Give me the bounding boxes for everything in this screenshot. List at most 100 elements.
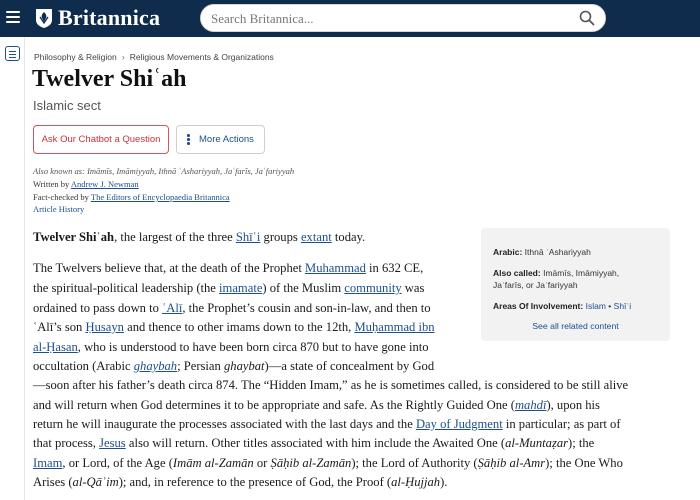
logo-wordmark: Britannica bbox=[58, 5, 161, 30]
paragraph-line: ordained to pass down to ʿAlī, the Proph… bbox=[33, 301, 431, 316]
term-bold: Twelver Shiʿah bbox=[33, 230, 115, 244]
also-known-as: Also known as: Imāmīs, Imāmiyyah, Ithnā … bbox=[33, 166, 295, 176]
breadcrumb-separator: › bbox=[121, 52, 125, 62]
text: The Twelvers believe that, at the death … bbox=[33, 261, 306, 275]
table-of-contents-toggle-icon[interactable] bbox=[5, 46, 20, 61]
italic-term: Imām al-Zamān bbox=[172, 456, 254, 470]
link-jesus[interactable]: Jesus bbox=[99, 436, 126, 450]
text: the spiritual-political leadership (the bbox=[33, 281, 220, 295]
italic-term: al-Ḥujjah bbox=[391, 475, 441, 489]
thistle-logo-icon bbox=[36, 9, 52, 28]
see-all-related-content-link[interactable]: See all related content bbox=[481, 321, 670, 331]
italic-term: Ṣāḥib al-Zamān bbox=[270, 456, 352, 470]
italic-term: al-Muntaẓar bbox=[505, 436, 569, 450]
search-bar[interactable] bbox=[200, 4, 606, 32]
link-day-of-judgment[interactable]: Day of Judgment bbox=[416, 417, 503, 431]
link-community[interactable]: community bbox=[344, 281, 401, 295]
author-link[interactable]: Andrew J. Newman bbox=[71, 179, 139, 189]
link-muhammad-ibn-al-hasan[interactable]: Muḥammad ibn bbox=[354, 320, 434, 334]
intro-paragraph: Twelver Shiʿah, the largest of the three… bbox=[33, 230, 365, 245]
infobox-label: Areas Of Involvement: bbox=[493, 301, 584, 311]
text: in particular; as part of bbox=[502, 417, 621, 431]
text: ʿAlī’s son bbox=[33, 320, 86, 334]
top-bar: Britannica bbox=[0, 0, 700, 37]
paragraph-line: that process, Jesus also will return. Ot… bbox=[33, 436, 594, 451]
infobox-arabic: Arabic: Ithnā ʿAshariyyah bbox=[493, 246, 591, 258]
text: also will return. Other titles associate… bbox=[125, 436, 506, 450]
link-imam[interactable]: Imam bbox=[33, 456, 62, 470]
link-imamate[interactable]: imamate bbox=[219, 281, 262, 295]
text: groups bbox=[260, 230, 301, 244]
fact-checked-label: Fact-checked by bbox=[33, 192, 89, 202]
text: was bbox=[401, 281, 425, 295]
britannica-logo[interactable]: Britannica bbox=[34, 5, 161, 30]
link-ali[interactable]: ʿAlī bbox=[162, 301, 182, 315]
breadcrumb: Philosophy & Religion › Religious Moveme… bbox=[34, 52, 274, 62]
link-extant[interactable]: extant bbox=[301, 230, 332, 244]
paragraph-line: —soon after his father’s death circa 874… bbox=[33, 378, 629, 392]
text: )—a state of concealment by God bbox=[264, 359, 435, 373]
paragraph-line: occultation (Arabic ghaybah; Persian gha… bbox=[33, 359, 434, 374]
infobox-areas: Areas Of Involvement: Islam • Shīʿi bbox=[493, 300, 631, 312]
infobox-label: Also called: bbox=[493, 268, 541, 278]
page-subtitle: Islamic sect bbox=[33, 98, 101, 113]
text: and thence to other imams down to the 12… bbox=[123, 320, 355, 334]
infobox-value: Imāmīs, Imāmiyyah, bbox=[543, 268, 620, 278]
text: or bbox=[253, 456, 271, 470]
link-shii[interactable]: Shīʿi bbox=[236, 230, 261, 244]
link-muhammad[interactable]: Muhammad bbox=[305, 261, 366, 275]
article-history-link[interactable]: Article History bbox=[33, 204, 84, 214]
link-muhammad-ibn-al-hasan-cont[interactable]: al-Ḥasan bbox=[33, 340, 78, 354]
text: ). bbox=[440, 475, 448, 489]
more-actions-label: More Actions bbox=[199, 134, 254, 145]
chatbot-button[interactable]: Ask Our Chatbot a Question bbox=[33, 125, 169, 154]
area-link-islam[interactable]: Islam bbox=[586, 301, 606, 311]
paragraph-line: ʿAlī’s son Ḥusayn and thence to other im… bbox=[33, 320, 435, 335]
text: ); the Lord of Authority ( bbox=[351, 456, 478, 470]
infobox-also-called: Also called: Imāmīs, Imāmiyyah, bbox=[493, 267, 619, 279]
text: , the largest of the three bbox=[114, 230, 236, 244]
link-husayn[interactable]: Ḥusayn bbox=[85, 320, 123, 334]
written-by: Written by Andrew J. Newman bbox=[33, 179, 139, 189]
link-ghaybah[interactable]: ghaybah bbox=[134, 359, 177, 373]
text: ordained to pass down to bbox=[33, 301, 163, 315]
text: Arises ( bbox=[33, 475, 73, 489]
menu-icon[interactable] bbox=[6, 11, 20, 23]
text: , or Lord, of the Age ( bbox=[62, 456, 173, 470]
paragraph-line: The Twelvers believe that, at the death … bbox=[33, 261, 423, 276]
text: , who is understood to have been born ci… bbox=[77, 340, 429, 354]
text: ; Persian bbox=[177, 359, 224, 373]
text: in 632 CE, bbox=[365, 261, 424, 275]
sidebar-divider bbox=[24, 37, 25, 500]
page-title: Twelver Shiʿah bbox=[32, 66, 187, 92]
paragraph-line: return he will inaugurate the processes … bbox=[33, 417, 621, 432]
fact-checker-link[interactable]: The Editors of Encyclopaedia Britannica bbox=[91, 192, 230, 202]
search-icon[interactable] bbox=[579, 10, 595, 26]
paragraph-line: the spiritual-political leadership (the … bbox=[33, 281, 424, 296]
breadcrumb-item-philosophy-religion[interactable]: Philosophy & Religion bbox=[34, 52, 117, 62]
text: , the Prophet’s cousin and son-in-law, a… bbox=[182, 301, 431, 315]
infobox-value: Ithnā ʿAshariyyah bbox=[524, 247, 591, 257]
infobox-label: Arabic: bbox=[493, 247, 523, 257]
text: ); the bbox=[568, 436, 595, 450]
area-link-shii[interactable]: Shīʿi bbox=[614, 301, 631, 311]
italic-term: Ṣāḥib al-Amr bbox=[477, 456, 546, 470]
search-input[interactable] bbox=[211, 9, 571, 29]
text: return he will inaugurate the processes … bbox=[33, 417, 416, 431]
bullet-separator: • bbox=[608, 301, 612, 311]
link-mahdi[interactable]: mahdī bbox=[515, 398, 546, 412]
breadcrumb-item-religious-movements[interactable]: Religious Movements & Organizations bbox=[130, 52, 274, 62]
more-actions-button[interactable]: More Actions bbox=[176, 125, 265, 154]
paragraph-line: Imam, or Lord, of the Age (Imām al-Zamān… bbox=[33, 456, 623, 471]
written-by-label: Written by bbox=[33, 179, 70, 189]
text: ); the One Who bbox=[545, 456, 623, 470]
infobox-also-called-cont: Jaʿfarīs, or Jaʿfariyyah bbox=[493, 280, 578, 290]
italic-term: al-Qāʾim bbox=[72, 475, 119, 489]
text: today. bbox=[331, 230, 366, 244]
text: that process, bbox=[33, 436, 100, 450]
fact-checked-by: Fact-checked by The Editors of Encyclopa… bbox=[33, 192, 230, 202]
facts-infobox: Arabic: Ithnā ʿAshariyyah Also called: I… bbox=[481, 228, 670, 341]
text: ) of the Muslim bbox=[262, 281, 345, 295]
text: occultation (Arabic bbox=[33, 359, 134, 373]
paragraph-line: al-Ḥasan, who is understood to have been… bbox=[33, 340, 429, 355]
